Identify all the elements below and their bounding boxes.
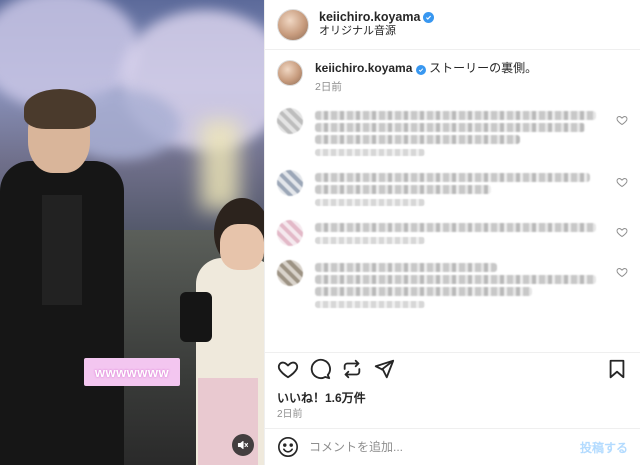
comment-input[interactable] xyxy=(309,440,580,454)
avatar[interactable] xyxy=(277,220,303,247)
blurred-comment-text xyxy=(315,123,585,133)
caption-username[interactable]: keiichiro.koyama xyxy=(315,61,412,75)
blurred-comment-meta xyxy=(315,149,425,157)
blurred-comment-text xyxy=(315,185,491,195)
comments-list[interactable]: keiichiro.koyama ストーリーの裏側。 2日前 xyxy=(265,50,640,352)
post-comment-button[interactable]: 投稿する xyxy=(580,439,628,456)
blurred-comment-text xyxy=(315,173,591,183)
heart-icon[interactable] xyxy=(616,176,628,188)
post-actions-bar xyxy=(265,352,640,384)
heart-icon[interactable] xyxy=(616,114,628,126)
post-date: 2日前 xyxy=(277,409,303,420)
caption-text: ストーリーの裏側。 xyxy=(429,61,538,75)
caption-time: 2日前 xyxy=(315,81,342,94)
post-header: keiichiro.koyama オリジナル音源 xyxy=(265,0,640,50)
blurred-comment-meta xyxy=(315,301,425,309)
person-man xyxy=(0,89,140,465)
repost-icon[interactable] xyxy=(341,358,363,380)
blurred-comment-meta xyxy=(315,199,425,207)
handbag xyxy=(180,292,212,342)
bookmark-icon[interactable] xyxy=(606,358,628,380)
list-item xyxy=(277,170,628,207)
light-glow xyxy=(200,120,240,210)
comment-icon[interactable] xyxy=(309,358,331,380)
heart-icon[interactable] xyxy=(277,358,299,380)
author-username[interactable]: keiichiro.koyama xyxy=(319,10,420,26)
story-caption-overlay: wwwwwww xyxy=(84,358,180,386)
author-avatar[interactable] xyxy=(277,8,309,41)
blurred-comment-text xyxy=(315,263,497,273)
avatar[interactable] xyxy=(277,108,303,135)
list-item xyxy=(277,260,628,309)
heart-icon[interactable] xyxy=(616,226,628,238)
speaker-muted-icon xyxy=(237,440,249,450)
like-count[interactable]: いいね！1.6万件 xyxy=(277,389,366,406)
heart-icon[interactable] xyxy=(616,266,628,278)
post-caption: keiichiro.koyama ストーリーの裏側。 2日前 xyxy=(277,60,628,94)
post-details-panel: keiichiro.koyama オリジナル音源 keiichiro.koyam… xyxy=(264,0,640,465)
blurred-comment-text xyxy=(315,135,521,145)
audio-label[interactable]: オリジナル音源 xyxy=(319,25,434,39)
avatar[interactable] xyxy=(277,170,303,197)
list-item xyxy=(277,108,628,157)
author-avatar[interactable] xyxy=(277,60,303,86)
blurred-comment-text xyxy=(315,223,597,233)
verified-badge-icon xyxy=(423,12,435,24)
avatar[interactable] xyxy=(277,260,303,287)
list-item xyxy=(277,220,628,247)
blurred-comment-text xyxy=(315,111,597,121)
blurred-comment-text xyxy=(315,287,532,297)
send-icon[interactable] xyxy=(373,358,395,380)
blurred-comment-meta xyxy=(315,237,425,245)
emoji-icon[interactable] xyxy=(277,436,299,458)
blurred-comment-text xyxy=(315,275,597,285)
mute-button[interactable] xyxy=(232,434,254,456)
comment-composer: 投稿する xyxy=(265,428,640,465)
verified-badge-icon xyxy=(415,65,426,75)
post-media[interactable]: wwwwwww xyxy=(0,0,264,465)
instagram-post-view: wwwwwww keiichiro.koyama オリジナル音源 keiichi… xyxy=(0,0,640,465)
